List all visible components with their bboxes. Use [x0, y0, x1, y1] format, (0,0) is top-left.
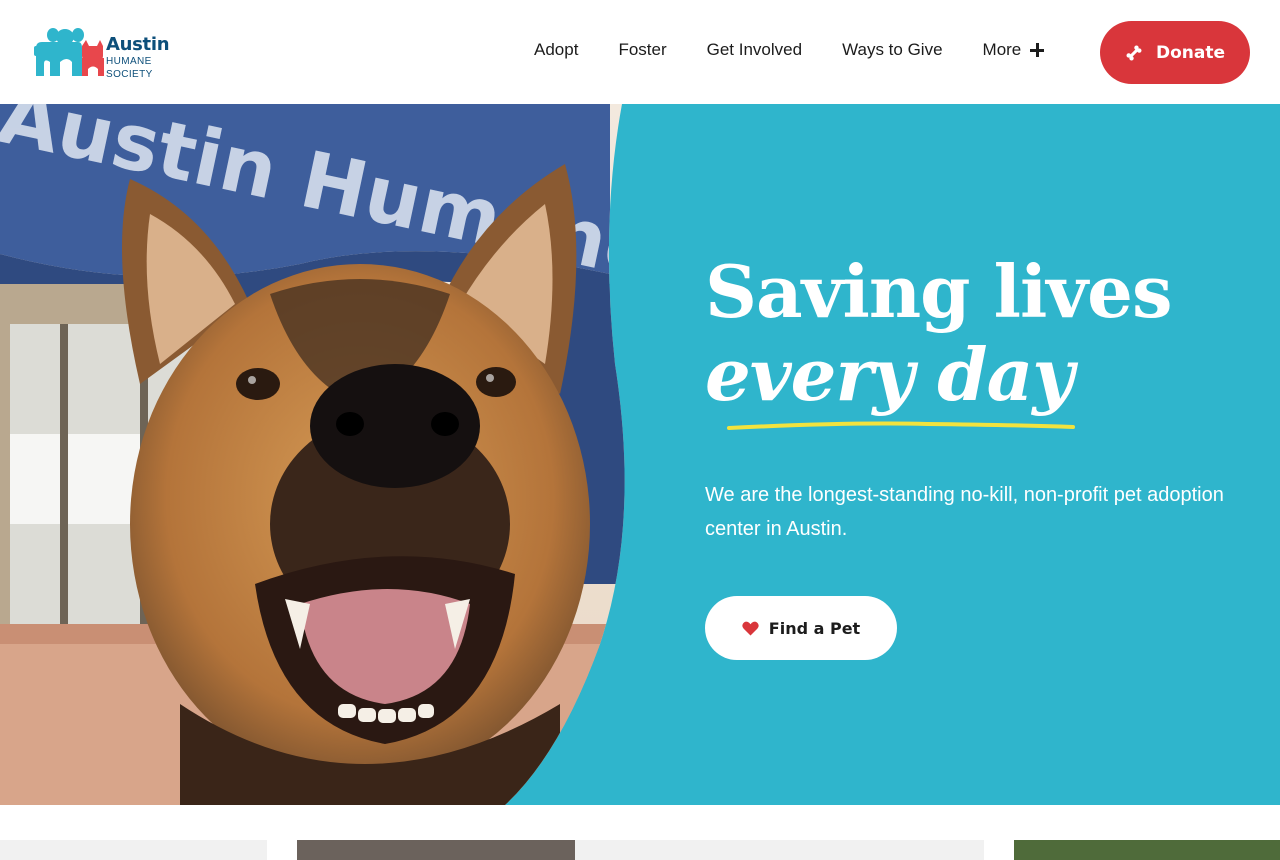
logo-wordmark: Austin HUMANE SOCIETY: [106, 34, 170, 81]
heart-icon: [742, 621, 759, 635]
hero-section: Austin Humane Society: [0, 104, 1280, 805]
site-logo[interactable]: Austin HUMANE SOCIETY: [34, 26, 174, 80]
feature-card-2[interactable]: [575, 840, 984, 860]
feature-card-1[interactable]: [0, 840, 267, 860]
logo-austin-text: Austin: [106, 34, 170, 55]
headline-underline: [727, 421, 1075, 430]
bone-icon: [1126, 44, 1142, 61]
logo-society-text: SOCIETY: [106, 69, 153, 80]
hero-headline: Saving lives every day: [705, 249, 1172, 418]
headline-line-1: Saving lives: [705, 249, 1172, 334]
main-nav: Adopt Foster Get Involved Ways to Give M…: [534, 38, 1045, 62]
headline-line-2: every day: [705, 332, 1074, 417]
feature-card-2-image[interactable]: [297, 840, 575, 860]
plus-icon: [1030, 43, 1045, 57]
logo-pets-icon: [34, 28, 104, 76]
nav-more-label: More: [982, 40, 1022, 59]
nav-get-involved[interactable]: Get Involved: [707, 40, 802, 60]
nav-foster[interactable]: Foster: [618, 40, 666, 60]
donate-label: Donate: [1155, 42, 1226, 63]
nav-adopt[interactable]: Adopt: [534, 40, 578, 60]
find-a-pet-label: Find a Pet: [768, 618, 861, 638]
find-a-pet-button[interactable]: Find a Pet: [705, 596, 897, 660]
donate-button[interactable]: Donate: [1100, 21, 1250, 84]
hero-description: We are the longest-standing no-kill, non…: [705, 484, 1224, 540]
feature-cards: [0, 805, 1280, 860]
hero-dog-photo: Austin Humane Society: [0, 104, 625, 805]
feature-card-3-image[interactable]: [1014, 840, 1280, 860]
nav-more[interactable]: More: [983, 40, 1045, 60]
nav-ways-to-give[interactable]: Ways to Give: [842, 40, 942, 60]
site-header: Austin HUMANE SOCIETY Adopt Foster Get I…: [0, 0, 1280, 104]
logo-humane-text: HUMANE: [106, 56, 152, 67]
